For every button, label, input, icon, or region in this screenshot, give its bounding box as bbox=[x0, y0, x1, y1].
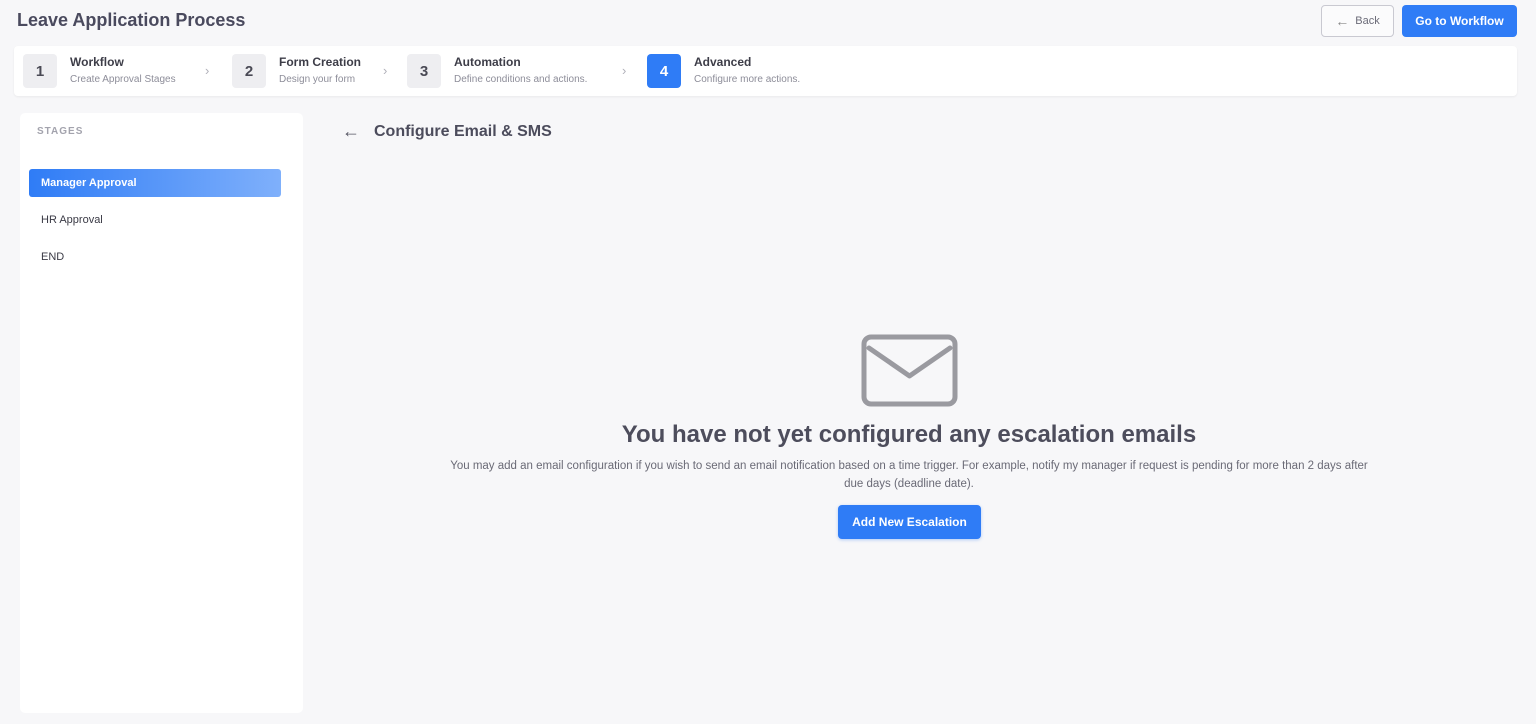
top-bar: Leave Application Process ← Back Go to W… bbox=[0, 0, 1536, 44]
stepper: 1 Workflow Create Approval Stages › 2 Fo… bbox=[14, 46, 1517, 96]
step-title: Workflow bbox=[70, 55, 124, 69]
step-subtitle: Define conditions and actions. bbox=[454, 74, 588, 85]
section-header: ← Configure Email & SMS bbox=[342, 121, 552, 142]
chevron-right-icon: › bbox=[383, 63, 388, 78]
page-title: Leave Application Process bbox=[17, 10, 246, 30]
arrow-left-icon[interactable]: ← bbox=[342, 121, 360, 142]
step-subtitle: Design your form bbox=[279, 74, 356, 85]
section-title: Configure Email & SMS bbox=[374, 122, 552, 140]
step-number: 1 bbox=[23, 54, 57, 88]
step-title: Form Creation bbox=[279, 55, 362, 69]
chevron-right-icon: › bbox=[205, 63, 210, 78]
step-title: Advanced bbox=[694, 55, 752, 69]
step-number: 4 bbox=[647, 54, 681, 88]
empty-state-description: You may add an email configuration if yo… bbox=[450, 460, 1368, 490]
stage-item-manager-approval[interactable]: Manager Approval bbox=[29, 169, 281, 197]
step-title: Automation bbox=[454, 55, 521, 69]
step-subtitle: Configure more actions. bbox=[694, 74, 801, 85]
step-subtitle: Create Approval Stages bbox=[70, 74, 176, 85]
stages-heading: STAGES bbox=[37, 126, 84, 137]
envelope-icon bbox=[861, 334, 958, 407]
step-number: 3 bbox=[407, 54, 441, 88]
arrow-left-icon: ← bbox=[1335, 13, 1350, 29]
back-button[interactable]: ← Back bbox=[1321, 5, 1394, 37]
stages-sidebar: STAGES Manager Approval HR Approval END bbox=[20, 113, 303, 713]
empty-state-title: You have not yet configured any escalati… bbox=[621, 421, 1197, 448]
stage-item-end[interactable]: END bbox=[29, 243, 281, 271]
chevron-right-icon: › bbox=[622, 63, 627, 78]
add-new-escalation-button[interactable]: Add New Escalation bbox=[838, 505, 981, 539]
step-number: 2 bbox=[232, 54, 266, 88]
stage-item-hr-approval[interactable]: HR Approval bbox=[29, 206, 281, 234]
back-button-label: Back bbox=[1355, 15, 1380, 27]
go-to-workflow-button[interactable]: Go to Workflow bbox=[1402, 5, 1517, 37]
